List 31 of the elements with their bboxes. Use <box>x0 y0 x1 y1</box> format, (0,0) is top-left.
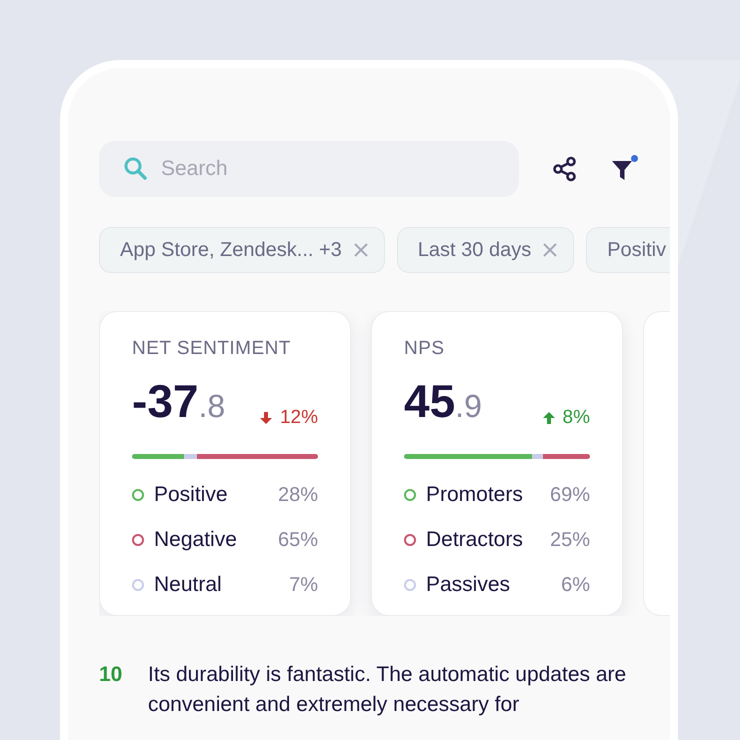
review-text: Its durability is fantastic. The automatic updates are convenient and extremely necessary for <box>148 662 628 718</box>
change-percent: 12% <box>280 406 318 430</box>
legend-value: 6% <box>561 573 590 598</box>
legend-value: 28% <box>278 483 318 508</box>
card-title: NPS <box>404 337 446 361</box>
legend-value: 25% <box>550 528 590 553</box>
legend-label: Promoters <box>426 482 523 508</box>
legend-value: 69% <box>550 483 590 508</box>
metric-decimal: .8 <box>198 388 226 424</box>
legend-value: 65% <box>278 528 318 553</box>
metric-value: 45 <box>404 375 456 427</box>
filter-chip[interactable]: Positiv <box>586 227 670 273</box>
card-title: NET SENTIMENT <box>132 337 292 361</box>
legend-label: Positive <box>154 482 228 508</box>
legend-label: Passives <box>426 572 510 598</box>
arrow-up-icon <box>542 412 555 424</box>
filter-button[interactable] <box>610 155 638 183</box>
legend-label: Detractors <box>426 527 523 554</box>
review-score: 10 <box>99 662 124 688</box>
legend-value: 7% <box>289 573 318 598</box>
legend-label: Neutral <box>154 572 222 598</box>
metric-decimal: .9 <box>455 388 482 424</box>
filter-chip[interactable]: Last 30 days <box>396 227 574 273</box>
arrow-down-icon <box>260 412 272 424</box>
filter-chip[interactable]: App Store, Zendesk... +3 <box>99 227 385 273</box>
search-icon <box>123 156 149 182</box>
metric-value: -37 <box>132 375 198 427</box>
share-icon[interactable] <box>552 156 578 182</box>
change-percent: 8% <box>562 406 590 430</box>
search-field[interactable]: Search <box>99 141 519 197</box>
legend-label: Negative <box>154 527 237 554</box>
